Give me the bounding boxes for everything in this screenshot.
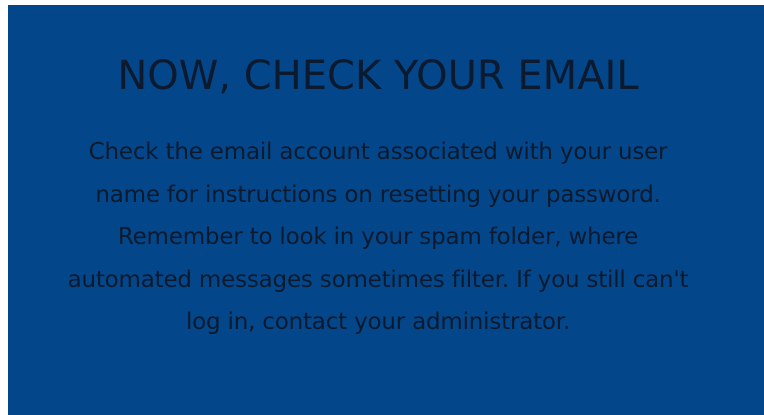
check-email-panel: NOW, CHECK YOUR EMAIL Check the email ac…	[8, 5, 764, 415]
instructions-line: name for instructions on resetting your …	[95, 181, 661, 208]
instructions-message: Check the email account associated with …	[8, 131, 748, 344]
instructions-line: Remember to look in your spam folder, wh…	[117, 224, 639, 250]
instructions-line: Check the email account associated with …	[88, 139, 668, 165]
instructions-line: log in, contact your administrator.	[185, 309, 571, 335]
instructions-line: automated messages sometimes filter. If …	[67, 266, 689, 293]
page-title: NOW, CHECK YOUR EMAIL	[117, 53, 639, 99]
